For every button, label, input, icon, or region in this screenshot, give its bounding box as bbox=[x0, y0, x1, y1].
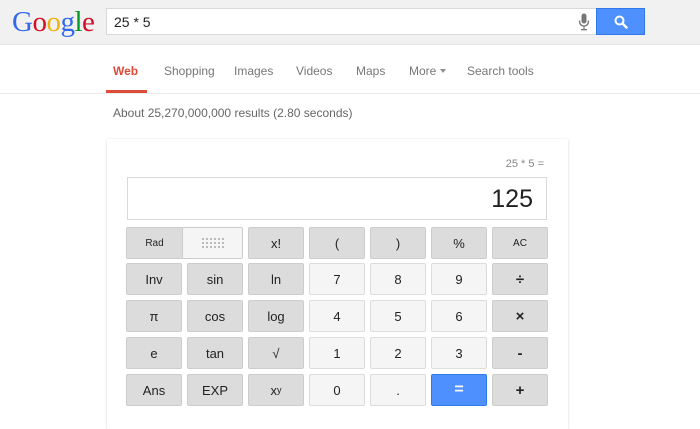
digit-8-key[interactable]: 8 bbox=[370, 263, 426, 295]
digit-4-key[interactable]: 4 bbox=[309, 300, 365, 332]
tab-videos[interactable]: Videos bbox=[296, 64, 332, 78]
keypad-dots-icon bbox=[202, 238, 224, 248]
digit-2-key[interactable]: 2 bbox=[370, 337, 426, 369]
minus-key[interactable]: - bbox=[492, 337, 548, 369]
plus-key[interactable]: + bbox=[492, 374, 548, 406]
exp-key[interactable]: EXP bbox=[187, 374, 243, 406]
pi-key[interactable]: π bbox=[126, 300, 182, 332]
logo-letter: G bbox=[12, 6, 33, 38]
deg-button[interactable] bbox=[183, 228, 242, 258]
tab-web[interactable]: Web bbox=[113, 64, 138, 78]
digit-3-key[interactable]: 3 bbox=[431, 337, 487, 369]
digit-0-key[interactable]: 0 bbox=[309, 374, 365, 406]
result-stats: About 25,270,000,000 results (2.80 secon… bbox=[113, 106, 353, 120]
chevron-down-icon bbox=[440, 69, 447, 73]
ans-key[interactable]: Ans bbox=[126, 374, 182, 406]
digit-9-key[interactable]: 9 bbox=[431, 263, 487, 295]
sqrt-key[interactable]: √ bbox=[248, 337, 304, 369]
digit-1-key[interactable]: 1 bbox=[309, 337, 365, 369]
log-key[interactable]: log bbox=[248, 300, 304, 332]
tab-search-tools[interactable]: Search tools bbox=[467, 64, 534, 78]
power-key-exponent: y bbox=[277, 385, 282, 395]
power-key[interactable]: xy bbox=[248, 374, 304, 406]
rad-button[interactable]: Rad bbox=[127, 228, 183, 258]
digit-6-key[interactable]: 6 bbox=[431, 300, 487, 332]
percent-key[interactable]: % bbox=[431, 227, 487, 259]
tab-more-label: More bbox=[409, 64, 437, 78]
digit-7-key[interactable]: 7 bbox=[309, 263, 365, 295]
open-paren-key[interactable]: ( bbox=[309, 227, 365, 259]
digit-5-key[interactable]: 5 bbox=[370, 300, 426, 332]
factorial-key[interactable]: x! bbox=[248, 227, 304, 259]
active-tab-indicator bbox=[106, 90, 147, 93]
header: Google bbox=[0, 0, 700, 45]
tab-shopping[interactable]: Shopping bbox=[164, 64, 215, 78]
calculator-result: 125 bbox=[491, 185, 533, 213]
calculator-widget: 25 * 5 = 125 Rad x! ( ) % AC Inv sin ln … bbox=[107, 139, 568, 429]
search-tabs: Web Shopping Images Videos Maps More Sea… bbox=[0, 45, 700, 94]
cos-key[interactable]: cos bbox=[187, 300, 243, 332]
microphone-icon[interactable] bbox=[578, 13, 590, 31]
logo-letter: o bbox=[32, 6, 47, 38]
multiply-key[interactable]: × bbox=[492, 300, 548, 332]
calculator-expression: 25 * 5 = bbox=[505, 158, 544, 170]
search-icon bbox=[614, 15, 628, 29]
logo-letter: l bbox=[74, 6, 83, 38]
tab-maps[interactable]: Maps bbox=[356, 64, 385, 78]
divide-key[interactable]: ÷ bbox=[492, 263, 548, 295]
logo-letter: o bbox=[46, 6, 61, 38]
tan-key[interactable]: tan bbox=[187, 337, 243, 369]
google-logo[interactable]: Google bbox=[12, 5, 95, 39]
equals-key[interactable]: = bbox=[431, 374, 487, 406]
all-clear-key[interactable]: AC bbox=[492, 227, 548, 259]
decimal-point-key[interactable]: . bbox=[370, 374, 426, 406]
search-box bbox=[106, 8, 596, 35]
logo-letter: e bbox=[82, 6, 95, 38]
close-paren-key[interactable]: ) bbox=[370, 227, 426, 259]
logo-letter: g bbox=[60, 6, 75, 38]
tab-more[interactable]: More bbox=[409, 64, 447, 78]
calculator-display: 125 bbox=[127, 177, 547, 220]
inv-key[interactable]: Inv bbox=[126, 263, 182, 295]
search-input[interactable] bbox=[114, 13, 554, 31]
angle-mode-toggle: Rad bbox=[126, 227, 243, 259]
euler-key[interactable]: e bbox=[126, 337, 182, 369]
search-button[interactable] bbox=[596, 8, 645, 35]
ln-key[interactable]: ln bbox=[248, 263, 304, 295]
sin-key[interactable]: sin bbox=[187, 263, 243, 295]
tab-images[interactable]: Images bbox=[234, 64, 273, 78]
